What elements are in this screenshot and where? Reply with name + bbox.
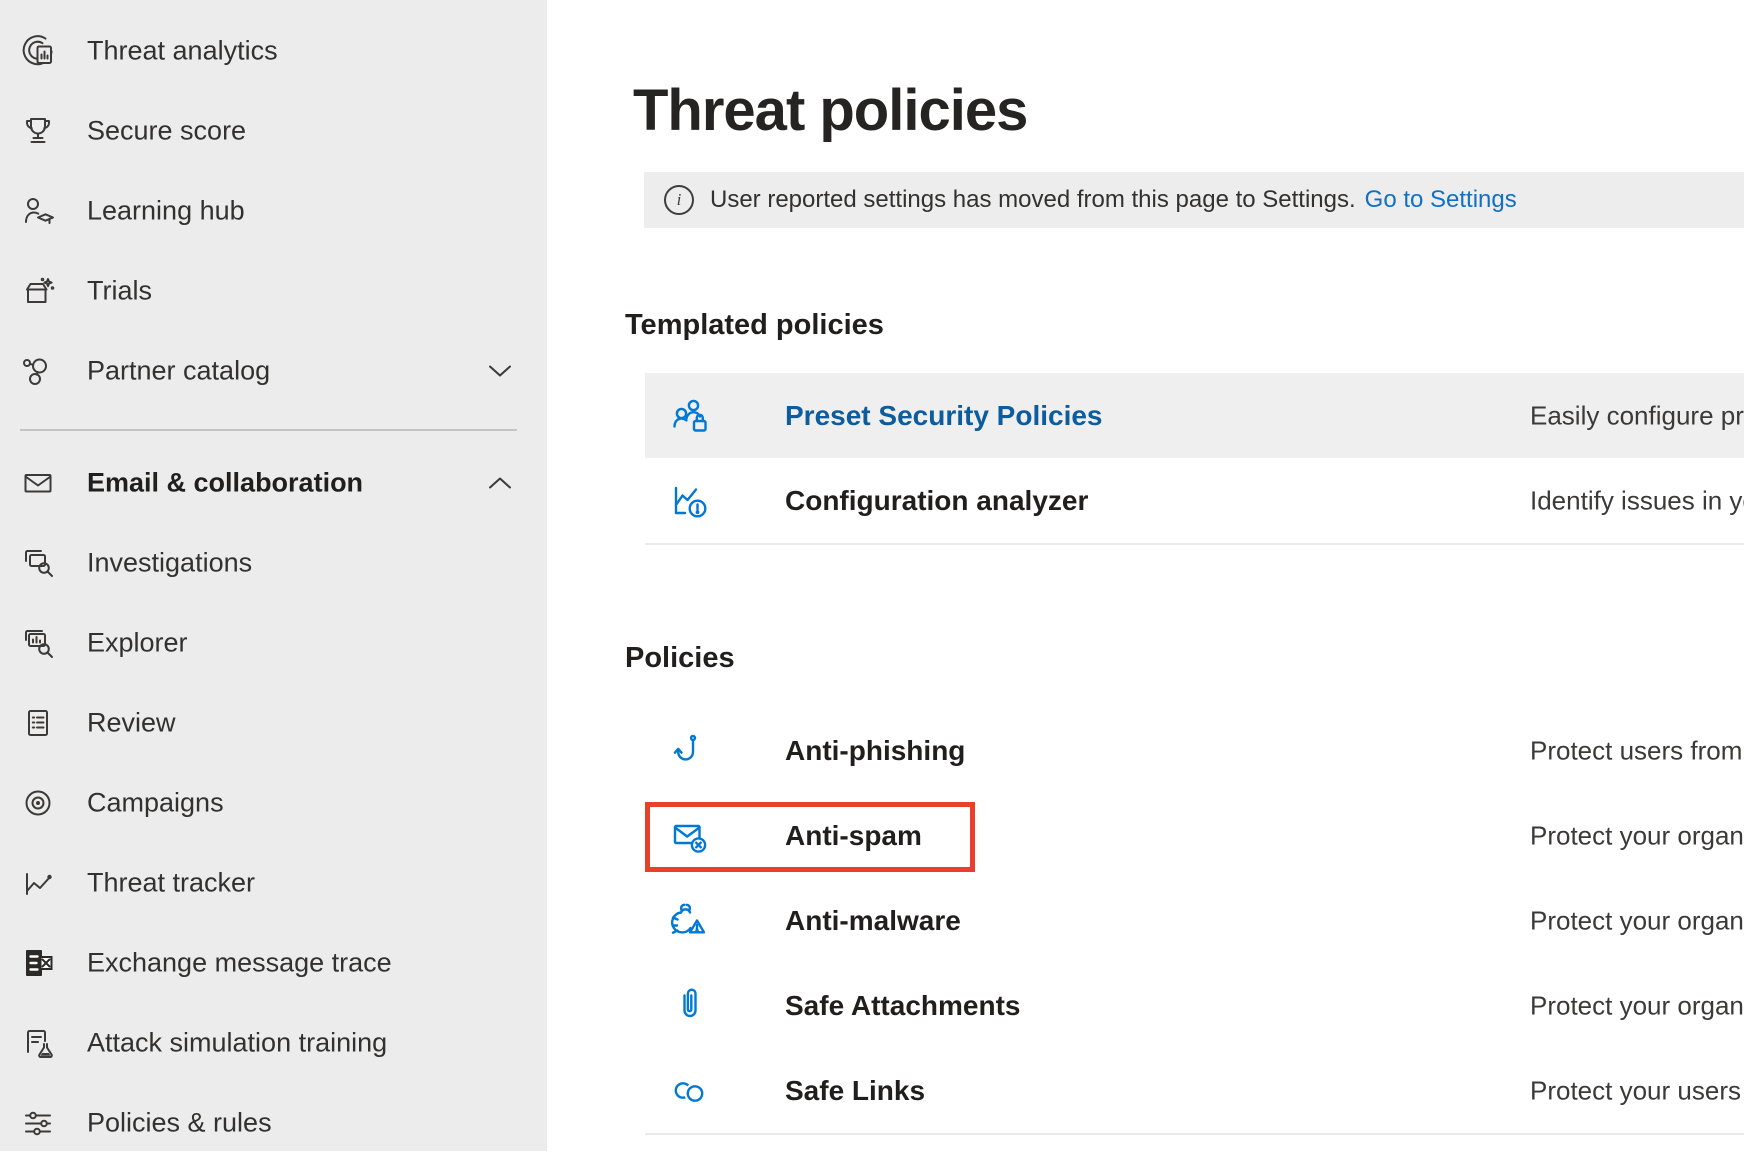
sidebar-item-label: Policies & rules xyxy=(87,1108,272,1139)
anti-malware-icon xyxy=(668,899,712,943)
sidebar-item-trials[interactable]: Trials xyxy=(0,251,547,331)
campaigns-icon xyxy=(18,783,58,823)
sidebar-item-label: Partner catalog xyxy=(87,356,270,387)
sidebar-item-partner-catalog[interactable]: Partner catalog xyxy=(0,331,547,411)
sidebar-item-label: Review xyxy=(87,708,176,739)
threat-tracker-icon xyxy=(18,863,58,903)
investigations-icon xyxy=(18,543,58,583)
sidebar-item-email-collaboration[interactable]: Email & collaboration xyxy=(0,443,547,523)
row-label: Safe Links xyxy=(785,1075,925,1107)
sidebar-item-label: Exchange message trace xyxy=(87,948,392,979)
sidebar-item-review[interactable]: Review xyxy=(0,683,547,763)
exchange-icon xyxy=(18,943,58,983)
learning-hub-icon xyxy=(18,191,58,231)
row-safe-links[interactable]: Safe Links Protect your users fr xyxy=(645,1048,1744,1135)
chevron-down-icon xyxy=(487,363,513,379)
sidebar-item-label: Learning hub xyxy=(87,196,245,227)
safe-links-icon xyxy=(668,1069,712,1113)
row-anti-spam[interactable]: Anti-spam Protect your organiz xyxy=(645,793,1744,880)
row-description: Protect your organiz xyxy=(1530,990,1744,1021)
sidebar-item-label: Attack simulation training xyxy=(87,1028,387,1059)
sidebar-item-learning-hub[interactable]: Learning hub xyxy=(0,171,547,251)
banner-text: User reported settings has moved from th… xyxy=(710,186,1356,214)
row-configuration-analyzer[interactable]: Configuration analyzer Identify issues i… xyxy=(645,458,1744,545)
row-anti-malware[interactable]: Anti-malware Protect your organiz xyxy=(645,878,1744,965)
configuration-analyzer-icon xyxy=(668,479,712,523)
secure-score-icon xyxy=(18,111,58,151)
sidebar-item-label: Campaigns xyxy=(87,788,224,819)
go-to-settings-link[interactable]: Go to Settings xyxy=(1365,186,1517,214)
row-anti-phishing[interactable]: Anti-phishing Protect users from p xyxy=(645,708,1744,795)
preset-security-policies-icon xyxy=(668,394,712,438)
row-label: Preset Security Policies xyxy=(785,400,1103,432)
safe-attachments-icon xyxy=(668,984,712,1028)
info-icon: i xyxy=(664,185,694,215)
explorer-icon xyxy=(18,623,58,663)
section-heading-templated-policies: Templated policies xyxy=(625,309,884,342)
sidebar-item-label: Explorer xyxy=(87,628,188,659)
sidebar-item-label: Investigations xyxy=(87,548,252,579)
sidebar-item-label: Threat tracker xyxy=(87,868,255,899)
row-label: Anti-phishing xyxy=(785,735,965,767)
sidebar-item-threat-tracker[interactable]: Threat tracker xyxy=(0,843,547,923)
sidebar-item-exchange-message-trace[interactable]: Exchange message trace xyxy=(0,923,547,1003)
sidebar-item-secure-score[interactable]: Secure score xyxy=(0,91,547,171)
sidebar-item-investigations[interactable]: Investigations xyxy=(0,523,547,603)
chevron-up-icon xyxy=(487,475,513,491)
row-safe-attachments[interactable]: Safe Attachments Protect your organiz xyxy=(645,963,1744,1050)
sidebar-item-label: Threat analytics xyxy=(87,36,278,67)
sidebar-item-threat-analytics[interactable]: Threat analytics xyxy=(0,11,547,91)
section-heading-policies: Policies xyxy=(625,642,735,675)
row-description: Easily configure prot xyxy=(1530,400,1744,431)
row-description: Protect your organiz xyxy=(1530,905,1744,936)
threat-analytics-icon xyxy=(18,31,58,71)
row-description: Protect your organiz xyxy=(1530,820,1744,851)
page-title: Threat policies xyxy=(633,77,1027,144)
partner-catalog-icon xyxy=(18,351,58,391)
row-label: Safe Attachments xyxy=(785,990,1020,1022)
sidebar-item-label: Email & collaboration xyxy=(87,468,363,499)
info-banner: i User reported settings has moved from … xyxy=(644,172,1744,228)
sidebar-item-policies-rules[interactable]: Policies & rules xyxy=(0,1083,547,1163)
email-collaboration-icon xyxy=(18,463,58,503)
attack-simulation-icon xyxy=(18,1023,58,1063)
sidebar-item-explorer[interactable]: Explorer xyxy=(0,603,547,683)
anti-spam-icon xyxy=(668,814,712,858)
row-description: Protect your users fr xyxy=(1530,1075,1744,1106)
anti-phishing-icon xyxy=(668,729,712,773)
sidebar-divider xyxy=(20,429,517,431)
row-label: Anti-malware xyxy=(785,905,961,937)
sidebar-item-attack-simulation-training[interactable]: Attack simulation training xyxy=(0,1003,547,1083)
sidebar-item-label: Secure score xyxy=(87,116,246,147)
trials-icon xyxy=(18,271,58,311)
row-description: Protect users from p xyxy=(1530,735,1744,766)
row-description: Identify issues in you xyxy=(1530,485,1744,516)
row-label: Anti-spam xyxy=(785,820,922,852)
row-label: Configuration analyzer xyxy=(785,485,1088,517)
sidebar-item-label: Trials xyxy=(87,276,152,307)
review-icon xyxy=(18,703,58,743)
row-preset-security-policies[interactable]: Preset Security Policies Easily configur… xyxy=(645,373,1744,458)
policies-rules-icon xyxy=(18,1103,58,1143)
sidebar-item-campaigns[interactable]: Campaigns xyxy=(0,763,547,843)
left-navigation: Threat analytics Secure score Learning h xyxy=(0,0,547,1151)
